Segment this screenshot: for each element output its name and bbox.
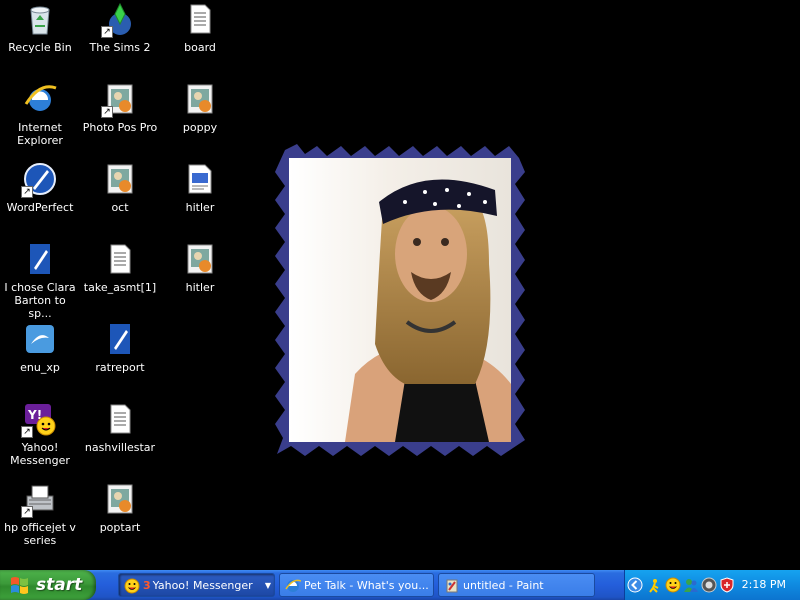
- desktop-icon-label: ratreport: [95, 361, 145, 374]
- desktop-icon-label: WordPerfect: [6, 201, 74, 214]
- desktop-icon-label: oct: [111, 201, 129, 214]
- hide-inactive-icons-button[interactable]: [627, 577, 643, 593]
- antivirus-icon[interactable]: [701, 577, 717, 593]
- taskbar-button-label: untitled - Paint: [463, 579, 544, 592]
- aim-runner-icon[interactable]: [647, 577, 663, 593]
- taskbar-button-label: Pet Talk - What's you...: [304, 579, 429, 592]
- printer-icon: ↗: [21, 482, 57, 518]
- clock[interactable]: 2:18 PM: [742, 578, 786, 591]
- desktop-icon-hp-officejet[interactable]: ↗ hp officejet v series: [0, 482, 80, 547]
- windows-logo-icon: [11, 577, 28, 594]
- desktop-icon-clara-barton[interactable]: I chose Clara Barton to sp...: [0, 242, 80, 320]
- paint-icon: [446, 579, 458, 593]
- start-label: start: [36, 575, 83, 595]
- desktop-icon-recycle-bin[interactable]: Recycle Bin: [0, 2, 80, 54]
- shortcut-arrow-icon: ↗: [101, 106, 113, 118]
- desktop-icon-label: poptart: [99, 521, 141, 534]
- desktop-icon-label: Yahoo! Messenger: [10, 441, 70, 467]
- desktop-icon-label: board: [184, 41, 216, 54]
- web-page-icon: [183, 162, 217, 196]
- desktop-icon-board[interactable]: board: [160, 2, 240, 54]
- desktop-icon-label: Photo Pos Pro: [82, 121, 158, 134]
- msn-messenger-icon[interactable]: [683, 577, 699, 593]
- start-button[interactable]: start: [0, 570, 96, 600]
- desktop-icon-yahoo-messenger[interactable]: Y! ↗ Yahoo! Messenger: [0, 402, 80, 467]
- desktop-icon-take-asmt[interactable]: take_asmt[1]: [80, 242, 160, 294]
- security-shield-icon[interactable]: [719, 577, 735, 593]
- message-count: 3: [143, 579, 151, 592]
- dropdown-arrow-icon: ▼: [264, 581, 271, 590]
- desktop-icon-photo-pos-pro[interactable]: ↗ Photo Pos Pro: [80, 82, 160, 134]
- desktop-icon-nashvillestar[interactable]: nashvillestar: [80, 402, 160, 454]
- desktop-icon-ratreport[interactable]: ratreport: [80, 322, 160, 374]
- desktop-icon-hitler-image[interactable]: hitler: [160, 242, 240, 294]
- desktop-icon-label: Internet Explorer: [17, 121, 63, 147]
- desktop-icon-label: poppy: [182, 121, 218, 134]
- desktop-icon-label: hitler: [185, 281, 215, 294]
- desktop-icon-label: take_asmt[1]: [83, 281, 157, 294]
- desktop-icon-label: nashvillestar: [84, 441, 156, 454]
- taskbar-button-yahoo-messenger[interactable]: 3 Yahoo! Messenger ▼: [118, 573, 275, 597]
- image-file-icon: ↗: [101, 82, 137, 118]
- shortcut-arrow-icon: ↗: [21, 506, 33, 518]
- system-tray: 2:18 PM: [624, 570, 800, 600]
- wordperfect-document-icon: [103, 322, 137, 356]
- desktop-icon-label: I chose Clara Barton to sp...: [4, 281, 76, 320]
- desktop-icon-label: hitler: [185, 201, 215, 214]
- wordperfect-document-icon: [23, 242, 57, 276]
- desktop-icon-sims2[interactable]: ↗ The Sims 2: [80, 2, 160, 54]
- internet-explorer-icon: [23, 82, 57, 116]
- image-file-icon: [103, 482, 137, 516]
- taskbar: start 3 Yahoo! Messenger ▼ Pet Talk - Wha…: [0, 570, 800, 600]
- text-document-icon: [103, 242, 137, 276]
- taskbar-button-label: Yahoo! Messenger: [152, 579, 253, 592]
- sims-icon: ↗: [101, 2, 137, 38]
- desktop-icon-label: enu_xp: [20, 361, 60, 374]
- shortcut-arrow-icon: ↗: [21, 186, 33, 198]
- internet-explorer-icon: [285, 579, 301, 592]
- shortcut-arrow-icon: ↗: [21, 426, 33, 438]
- desktop-icon-oct[interactable]: oct: [80, 162, 160, 214]
- image-file-icon: [183, 82, 217, 116]
- wallpaper-photo: [275, 144, 525, 456]
- text-document-icon: [103, 402, 137, 436]
- desktop-icon-hitler-html[interactable]: hitler: [160, 162, 240, 214]
- desktop-icon-label: The Sims 2: [89, 41, 151, 54]
- wordperfect-icon: ↗: [21, 162, 57, 198]
- taskbar-button-paint[interactable]: untitled - Paint: [438, 573, 595, 597]
- yahoo-smiley-icon: [124, 578, 140, 594]
- desktop-icon-label: Recycle Bin: [8, 41, 72, 54]
- desktop-icon-poptart[interactable]: poptart: [80, 482, 160, 534]
- desktop-icon-internet-explorer[interactable]: Internet Explorer: [0, 82, 80, 147]
- installer-icon: [23, 322, 57, 356]
- yahoo-messenger-icon: Y! ↗: [21, 402, 57, 438]
- text-document-icon: [183, 2, 217, 36]
- desktop-icon-poppy[interactable]: poppy: [160, 82, 240, 134]
- desktop-icon-wordperfect[interactable]: ↗ WordPerfect: [0, 162, 80, 214]
- yahoo-smiley-icon[interactable]: [665, 577, 681, 593]
- shortcut-arrow-icon: ↗: [101, 26, 113, 38]
- recycle-bin-icon: [23, 2, 57, 36]
- image-file-icon: [183, 242, 217, 276]
- desktop[interactable]: Recycle Bin Internet Explorer ↗ WordPerf…: [0, 0, 800, 570]
- taskbar-button-pet-talk[interactable]: Pet Talk - What's you...: [279, 573, 434, 597]
- desktop-icon-enu-xp[interactable]: enu_xp: [0, 322, 80, 374]
- desktop-icon-label: hp officejet v series: [4, 521, 76, 547]
- image-file-icon: [103, 162, 137, 196]
